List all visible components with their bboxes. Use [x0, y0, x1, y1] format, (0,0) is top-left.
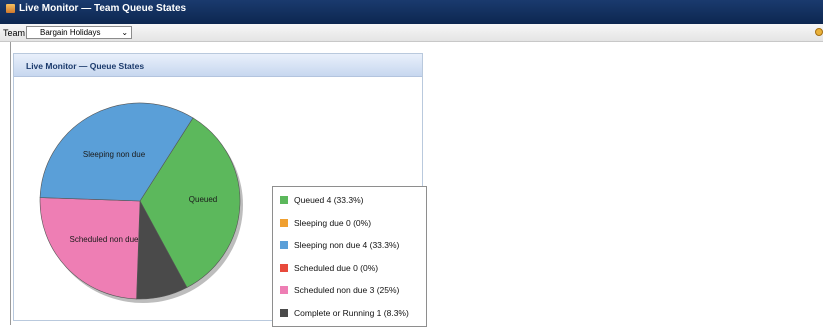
- window-titlebar: Live Monitor — Team Queue States: [0, 0, 823, 24]
- pie-slice-scheduled-non-due[interactable]: [39, 197, 141, 300]
- legend-item: Scheduled due 0 (0%): [280, 263, 378, 273]
- chevron-down-icon: ⌄: [121, 28, 129, 37]
- team-select[interactable]: Bargain Holidays ⌄: [26, 26, 133, 39]
- legend-item: Sleeping non due 4 (33.3%): [280, 240, 399, 250]
- chart-legend: Queued 4 (33.3%) Sleeping due 0 (0%) Sleep…: [272, 186, 427, 327]
- toolbar: Team Bargain Holidays ⌄: [0, 24, 823, 42]
- team-label: Team: [3, 27, 26, 38]
- team-select-value: Bargain Holidays: [40, 28, 101, 37]
- legend-swatch: [280, 196, 288, 204]
- legend-item: Sleeping due 0 (0%): [280, 218, 371, 228]
- legend-label: Sleeping due 0 (0%): [294, 217, 372, 228]
- slice-label-scheduled-non-due: Scheduled non due: [70, 235, 140, 244]
- legend-label: Complete or Running 1 (8.3%): [294, 307, 409, 318]
- legend-label: Queued 4 (33.3%): [294, 195, 364, 205]
- slice-label-queued: Queued: [189, 195, 217, 204]
- legend-label: Sleeping non due 4 (33.3%): [294, 240, 400, 250]
- content-divider: [10, 42, 11, 325]
- app-icon: [6, 4, 15, 13]
- legend-item: Scheduled non due 3 (25%): [280, 285, 399, 295]
- legend-swatch: [280, 286, 288, 294]
- legend-label: Scheduled non due 3 (25%): [294, 285, 400, 295]
- legend-item: Complete or Running 1 (8.3%): [280, 308, 409, 318]
- legend-swatch: [280, 308, 288, 317]
- gear-icon[interactable]: [815, 28, 823, 36]
- legend-swatch: [280, 241, 288, 249]
- legend-swatch: [280, 218, 288, 227]
- slice-label-sleeping-non-due: Sleeping non due: [83, 150, 146, 159]
- window-title: Live Monitor — Team Queue States: [19, 3, 187, 14]
- legend-swatch: [280, 263, 288, 272]
- legend-item: Queued 4 (33.3%): [280, 195, 363, 205]
- legend-label: Scheduled due 0 (0%): [294, 262, 379, 273]
- queue-states-panel: Live Monitor — Queue States Queued Sleepi…: [13, 53, 427, 327]
